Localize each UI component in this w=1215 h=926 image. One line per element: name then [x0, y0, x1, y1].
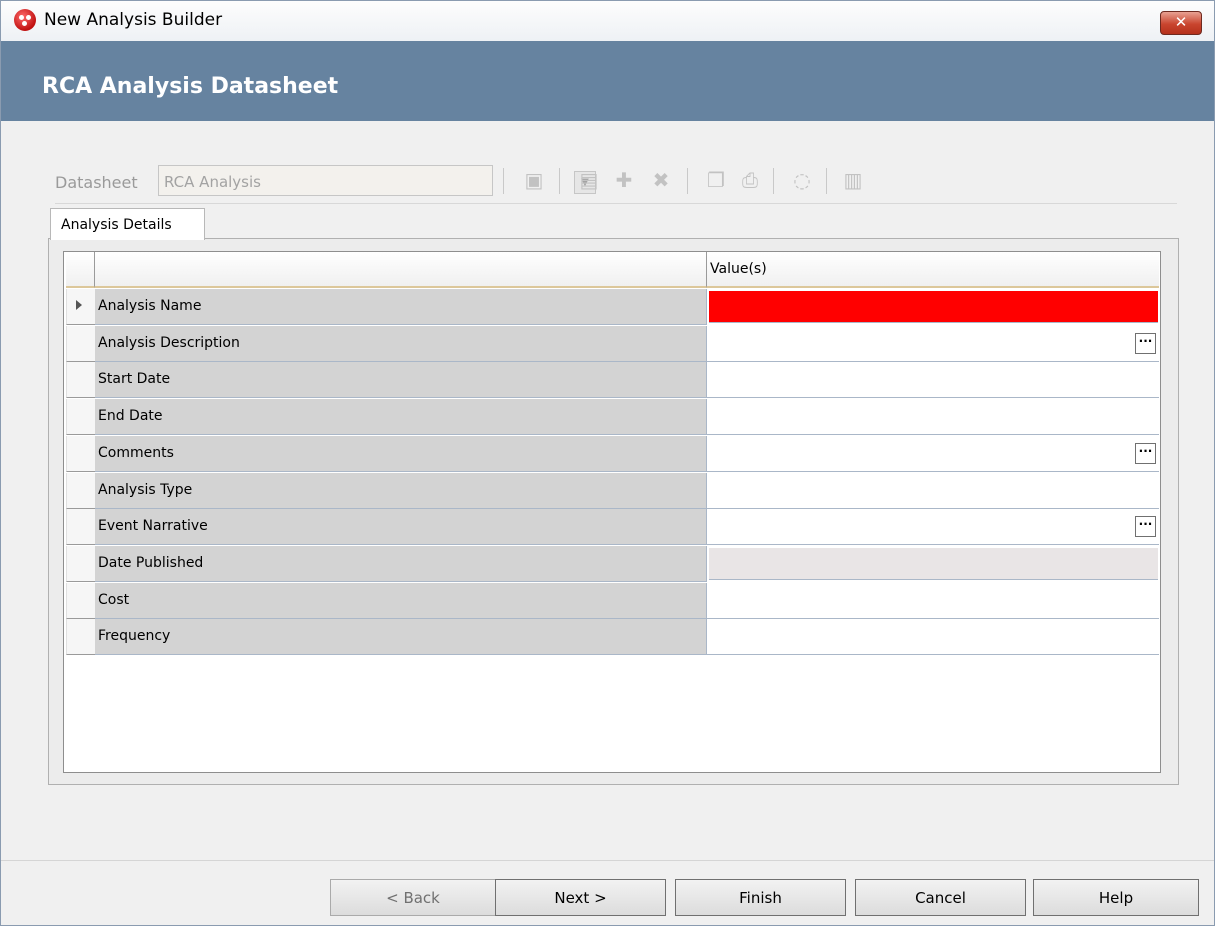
value-column-header-label: Value(s): [710, 261, 767, 277]
field-label: Start Date: [98, 371, 171, 387]
row-selector[interactable]: [66, 289, 96, 325]
row-selector[interactable]: [66, 436, 96, 472]
row-selector[interactable]: [66, 399, 96, 435]
datasheet-grid: Value(s) Analysis Name Analysis Descripti…: [63, 251, 1161, 773]
field-value-input[interactable]: ···: [707, 436, 1159, 472]
field-label-cell: Frequency: [95, 619, 707, 655]
toolbar-separator: [559, 168, 560, 194]
field-label-cell: Analysis Description: [95, 326, 707, 362]
table-row[interactable]: Analysis Name: [64, 289, 1160, 325]
footer-divider: [1, 860, 1214, 861]
cancel-button[interactable]: Cancel: [855, 879, 1026, 916]
row-selector[interactable]: [66, 583, 96, 619]
row-selector[interactable]: [66, 473, 96, 509]
field-label-cell: Start Date: [95, 362, 707, 398]
field-label: Event Narrative: [98, 518, 208, 534]
toolbar-separator: [503, 168, 504, 194]
title-bar: New Analysis Builder ✕: [1, 1, 1214, 41]
toolbar-separator: [773, 168, 774, 194]
field-label-cell: Event Narrative: [95, 509, 707, 545]
field-value-input[interactable]: [707, 473, 1159, 509]
field-label-cell: Analysis Name: [95, 289, 707, 325]
field-label-cell: End Date: [95, 399, 707, 435]
delete-icon[interactable]: ✖: [649, 168, 673, 192]
close-button[interactable]: ✕: [1160, 11, 1202, 35]
app-logo-icon: [14, 9, 36, 31]
field-label: Date Published: [98, 555, 204, 571]
row-selector[interactable]: [66, 619, 96, 655]
table-row[interactable]: Date Published: [64, 546, 1160, 582]
table-row[interactable]: End Date: [64, 399, 1160, 435]
row-selector[interactable]: [66, 326, 96, 362]
field-value-input[interactable]: [707, 619, 1159, 655]
datasheet-label: Datasheet: [55, 173, 138, 192]
copy-icon[interactable]: ❐: [704, 168, 728, 192]
field-label-cell: Analysis Type: [95, 473, 707, 509]
field-value-input: [709, 548, 1158, 580]
field-label: Analysis Name: [98, 298, 202, 314]
row-selector[interactable]: [66, 362, 96, 398]
row-selector[interactable]: [66, 546, 96, 582]
field-label: Cost: [98, 592, 130, 608]
field-value-input[interactable]: [709, 291, 1158, 323]
field-value-input[interactable]: ···: [707, 326, 1159, 362]
field-label: Comments: [98, 445, 174, 461]
finish-button[interactable]: Finish: [675, 879, 846, 916]
page-title: RCA Analysis Datasheet: [42, 74, 339, 99]
window-title: New Analysis Builder: [44, 10, 223, 30]
table-row[interactable]: Frequency: [64, 619, 1160, 655]
table-row[interactable]: Analysis Type: [64, 473, 1160, 509]
tab-label: Analysis Details: [61, 217, 172, 233]
field-column-header[interactable]: [95, 252, 707, 288]
field-label: Frequency: [98, 628, 171, 644]
row-selector-header: [66, 252, 95, 288]
ellipsis-button[interactable]: ···: [1135, 516, 1156, 537]
field-label: Analysis Description: [98, 335, 240, 351]
print-icon[interactable]: ⎙: [738, 168, 762, 192]
row-selector[interactable]: [66, 509, 96, 545]
ellipsis-button[interactable]: ···: [1135, 443, 1156, 464]
refresh-icon[interactable]: ◌: [790, 168, 814, 192]
field-label-cell: Comments: [95, 436, 707, 472]
report-icon[interactable]: ▥: [841, 168, 865, 192]
toolbar-separator: [687, 168, 688, 194]
field-value-input[interactable]: [707, 399, 1159, 435]
new-analysis-builder-window: New Analysis Builder ✕ RCA Analysis Data…: [0, 0, 1215, 926]
field-label-cell: Cost: [95, 583, 707, 619]
table-row[interactable]: Cost: [64, 583, 1160, 619]
toolbar-separator: [826, 168, 827, 194]
save-new-icon[interactable]: ✚: [612, 168, 636, 192]
datasheet-select-value: RCA Analysis: [164, 173, 261, 191]
tab-analysis-details[interactable]: Analysis Details: [50, 208, 205, 240]
table-row[interactable]: Event Narrative ···: [64, 509, 1160, 545]
save-icon[interactable]: ▤: [577, 168, 601, 192]
current-row-arrow-icon: [76, 300, 82, 310]
field-value-input[interactable]: [707, 583, 1159, 619]
field-label: End Date: [98, 408, 163, 424]
help-button[interactable]: Help: [1033, 879, 1199, 916]
analysis-details-panel: Value(s) Analysis Name Analysis Descripti…: [48, 238, 1179, 785]
header-banner: RCA Analysis Datasheet: [1, 41, 1214, 121]
datasheet-toolbar: Datasheet RCA Analysis ▼ ▣ ▤ ✚ ✖ ❐ ⎙ ◌ ▥: [55, 161, 1177, 204]
table-row[interactable]: Analysis Description ···: [64, 326, 1160, 362]
table-row[interactable]: Start Date: [64, 362, 1160, 398]
field-value-input[interactable]: ···: [707, 509, 1159, 545]
value-column-header[interactable]: Value(s): [707, 252, 1159, 288]
ellipsis-button[interactable]: ···: [1135, 333, 1156, 354]
field-label-cell: Date Published: [95, 546, 707, 582]
next-button[interactable]: Next >: [495, 879, 666, 916]
field-label: Analysis Type: [98, 482, 193, 498]
datasheet-select[interactable]: RCA Analysis ▼: [158, 165, 596, 196]
back-button[interactable]: < Back: [330, 879, 496, 916]
field-value-input[interactable]: [707, 362, 1159, 398]
table-row[interactable]: Comments ···: [64, 436, 1160, 472]
open-datasheet-icon[interactable]: ▣: [522, 168, 546, 192]
